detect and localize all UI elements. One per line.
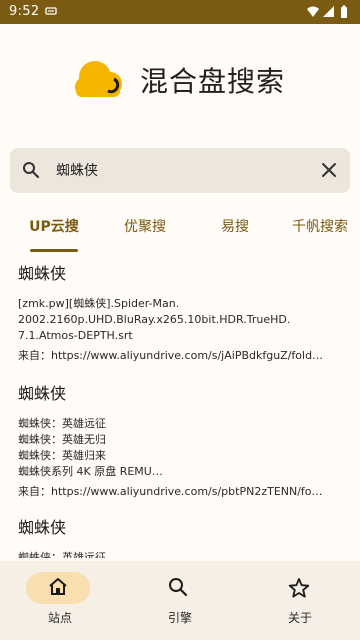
nav-label-about: 关于 xyxy=(287,611,312,625)
home-icon xyxy=(48,577,68,601)
wifi-icon xyxy=(307,6,319,17)
nav-item-sites[interactable]: 站点 xyxy=(0,561,120,640)
result-source-link[interactable]: 来自：https://www.aliyundrive.com/s/pbtPN2z… xyxy=(18,484,346,500)
status-bar: 9:52 xyxy=(0,0,360,24)
bottom-navigation: 站点 引擎 关于 xyxy=(0,561,360,640)
search-icon xyxy=(22,161,40,183)
results-list: 蜘蛛侠 [zmk.pw][蜘蛛侠].Spider-Man. 2002.2160p… xyxy=(0,258,360,558)
nav-label-sites: 站点 xyxy=(47,611,72,625)
result-source-link[interactable]: 来自：https://www.aliyundrive.com/s/jAiPBdk… xyxy=(18,348,346,364)
engine-tabs: UP云搜 优聚搜 易搜 千帆搜索 xyxy=(0,206,360,252)
status-time: 9:52 xyxy=(9,4,40,19)
sim-card-icon xyxy=(45,5,57,21)
signal-icon xyxy=(323,6,334,17)
star-icon xyxy=(288,577,310,603)
cloud-logo-icon xyxy=(73,57,127,105)
battery-icon xyxy=(341,5,347,18)
result-body: [zmk.pw][蜘蛛侠].Spider-Man. 2002.2160p.UHD… xyxy=(18,297,291,342)
tab-qian-fan[interactable]: 千帆搜索 xyxy=(292,206,360,252)
tab-you-ju[interactable]: 优聚搜 xyxy=(115,206,175,252)
nav-label-engines: 引擎 xyxy=(167,611,192,625)
tab-up-yun[interactable]: UP云搜 xyxy=(24,206,84,252)
nav-item-engines[interactable]: 引擎 xyxy=(120,561,240,640)
result-body: 蜘蛛侠：英雄远征 蜘蛛侠：英雄无归 蜘蛛侠：英雄归来 蜘蛛侠系列 4K 原盘 R… xyxy=(18,417,163,478)
search-box[interactable] xyxy=(10,148,350,193)
result-title: 蜘蛛侠 xyxy=(18,264,67,283)
close-icon[interactable] xyxy=(320,161,338,183)
result-item[interactable]: 蜘蛛侠 [zmk.pw][蜘蛛侠].Spider-Man. 2002.2160p… xyxy=(18,264,348,364)
result-body: 蜘蛛侠：英雄远征 xyxy=(18,551,106,558)
nav-item-about[interactable]: 关于 xyxy=(240,561,360,640)
result-item[interactable]: 蜘蛛侠 蜘蛛侠：英雄远征 xyxy=(18,518,348,558)
result-item[interactable]: 蜘蛛侠 蜘蛛侠：英雄远征 蜘蛛侠：英雄无归 蜘蛛侠：英雄归来 蜘蛛侠系列 4K … xyxy=(18,384,348,500)
app-title: 混合盘搜索 xyxy=(140,65,286,98)
search-icon xyxy=(168,577,188,601)
status-icons xyxy=(306,5,352,23)
search-input[interactable] xyxy=(56,159,306,181)
result-title: 蜘蛛侠 xyxy=(18,384,67,403)
tab-yi-sou[interactable]: 易搜 xyxy=(205,206,265,252)
active-tab-indicator xyxy=(30,249,78,252)
result-title: 蜘蛛侠 xyxy=(18,518,67,537)
app-header: 混合盘搜索 xyxy=(0,54,360,104)
